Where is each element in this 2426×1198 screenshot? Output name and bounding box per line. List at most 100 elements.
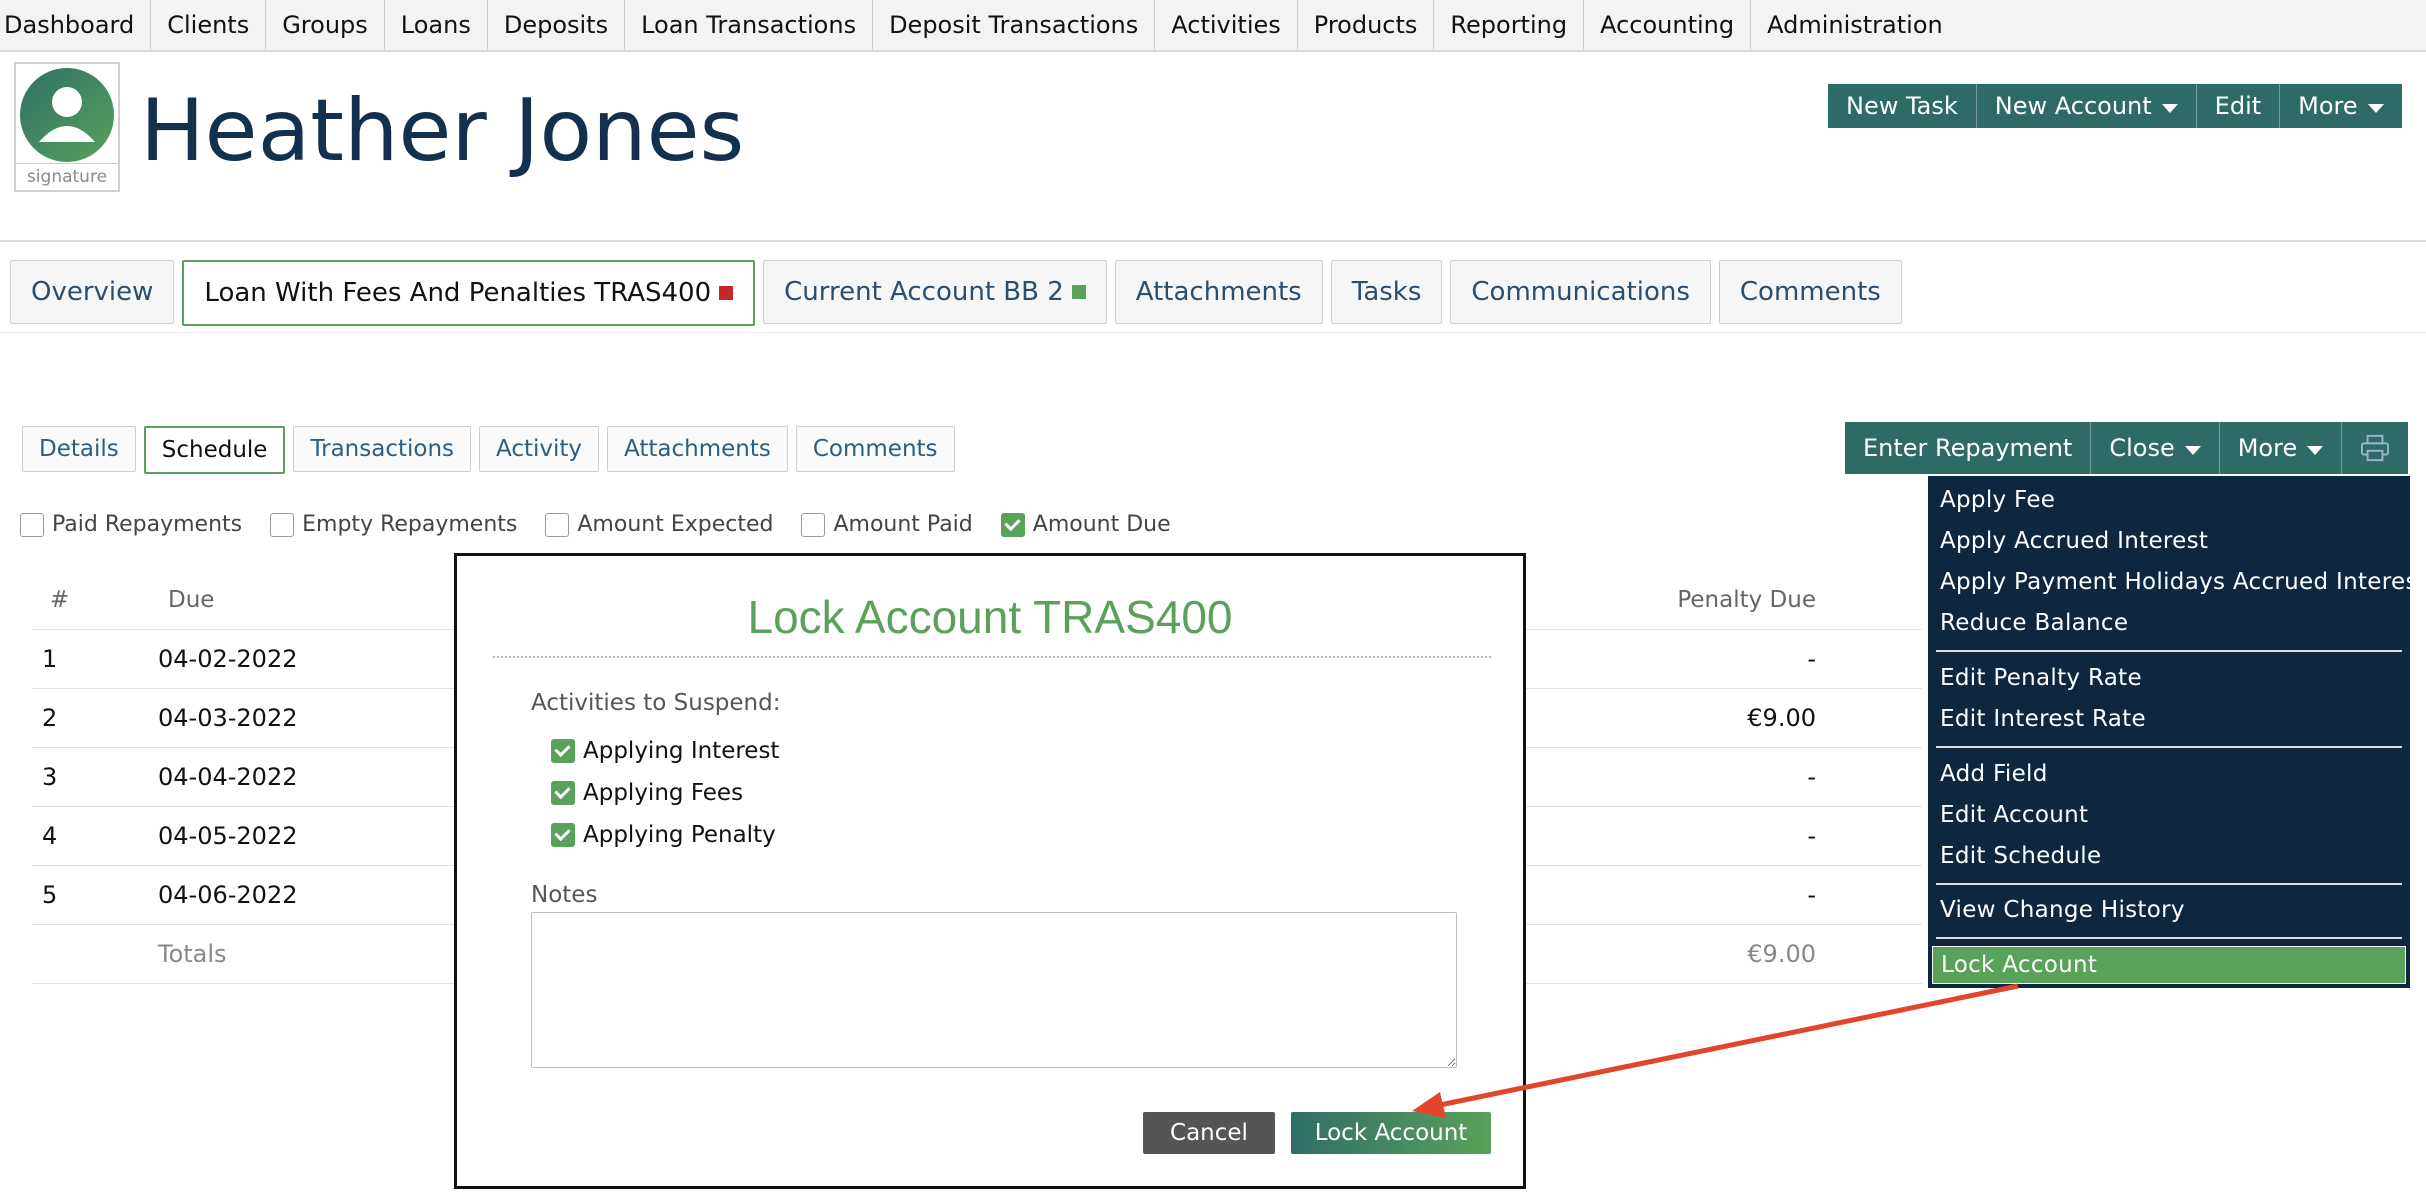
- option-applying-interest[interactable]: Applying Interest: [551, 738, 779, 764]
- avatar[interactable]: signature: [14, 62, 120, 192]
- row-number: 5: [42, 880, 58, 909]
- signature-label[interactable]: signature: [16, 163, 118, 190]
- checkbox[interactable]: [801, 512, 826, 537]
- option-applying-penalty[interactable]: Applying Penalty: [551, 822, 776, 848]
- menu-reduce-balance[interactable]: Reduce Balance: [1940, 605, 2128, 641]
- row-penalty: -: [1807, 880, 1816, 909]
- caret-down-icon: [2367, 103, 2384, 113]
- subtab-comments[interactable]: Comments: [795, 426, 955, 472]
- client-tabs: Overview Loan With Fees And Penalties TR…: [10, 260, 1902, 326]
- dialog-title: Lock Account TRAS400: [747, 591, 1233, 643]
- row-number: 3: [42, 762, 58, 791]
- row-penalty: -: [1807, 644, 1816, 673]
- col-penalty-due: Penalty Due: [1677, 586, 1816, 613]
- client-name: Heather Jones: [140, 81, 745, 181]
- divider: [0, 240, 2426, 242]
- menu-edit-interest-rate[interactable]: Edit Interest Rate: [1940, 701, 2146, 737]
- nav-loans[interactable]: Loans: [385, 0, 488, 51]
- filter-amount-expected[interactable]: Amount Expected: [545, 512, 773, 537]
- filter-amount-due[interactable]: Amount Due: [1000, 512, 1171, 537]
- menu-separator: [1936, 650, 2402, 652]
- loan-more-button[interactable]: More: [2220, 422, 2343, 474]
- schedule-filters: Paid Repayments Empty Repayments Amount …: [20, 512, 1171, 537]
- nav-deposits[interactable]: Deposits: [488, 0, 626, 51]
- row-due-date: 04-02-2022: [158, 644, 298, 673]
- subtab-transactions[interactable]: Transactions: [293, 426, 472, 472]
- checkbox-checked[interactable]: [551, 739, 575, 763]
- filter-amount-paid[interactable]: Amount Paid: [801, 512, 973, 537]
- nav-deposit-transactions[interactable]: Deposit Transactions: [873, 0, 1156, 51]
- nav-accounting[interactable]: Accounting: [1584, 0, 1752, 51]
- row-number: 1: [42, 644, 58, 673]
- print-button[interactable]: [2342, 422, 2408, 474]
- client-more-button[interactable]: More: [2280, 84, 2402, 128]
- notes-textarea[interactable]: [531, 912, 1457, 1068]
- tab-attachments[interactable]: Attachments: [1114, 260, 1323, 324]
- row-due-date: 04-05-2022: [158, 821, 298, 850]
- user-icon: [20, 68, 114, 162]
- status-marker-red: [719, 286, 734, 300]
- top-nav: Dashboard Clients Groups Loans Deposits …: [0, 0, 2426, 52]
- enter-repayment-button[interactable]: Enter Repayment: [1845, 422, 2092, 474]
- subtab-activity[interactable]: Activity: [479, 426, 600, 472]
- nav-products[interactable]: Products: [1298, 0, 1435, 51]
- checkbox[interactable]: [270, 512, 295, 537]
- lock-account-dialog: Lock Account TRAS400 Activities to Suspe…: [454, 553, 1526, 1189]
- caret-down-icon: [2307, 445, 2324, 455]
- client-actions-bar: New Task New Account Edit More: [1828, 84, 2402, 128]
- checkbox[interactable]: [20, 512, 44, 537]
- lock-account-button[interactable]: Lock Account: [1291, 1112, 1491, 1154]
- checkbox-checked[interactable]: [1000, 512, 1025, 537]
- tab-tasks[interactable]: Tasks: [1330, 260, 1443, 324]
- tab-loan-tras400[interactable]: Loan With Fees And Penalties TRAS400: [182, 260, 756, 326]
- nav-loan-transactions[interactable]: Loan Transactions: [625, 0, 874, 51]
- row-number: 2: [42, 703, 58, 732]
- cancel-button[interactable]: Cancel: [1143, 1112, 1275, 1154]
- suspend-label: Activities to Suspend:: [531, 690, 781, 716]
- notes-label: Notes: [531, 882, 598, 908]
- caret-down-icon: [2184, 445, 2201, 455]
- menu-edit-penalty-rate[interactable]: Edit Penalty Rate: [1940, 660, 2142, 696]
- subtab-schedule[interactable]: Schedule: [143, 426, 286, 474]
- nav-dashboard[interactable]: Dashboard: [0, 0, 152, 51]
- menu-apply-fee[interactable]: Apply Fee: [1940, 482, 2055, 518]
- subtab-attachments[interactable]: Attachments: [607, 426, 788, 472]
- menu-separator: [1936, 937, 2402, 939]
- nav-activities[interactable]: Activities: [1155, 0, 1298, 51]
- checkbox-checked[interactable]: [551, 823, 575, 847]
- checkbox-checked[interactable]: [551, 781, 575, 805]
- option-applying-fees[interactable]: Applying Fees: [551, 780, 743, 806]
- new-account-button[interactable]: New Account: [1977, 84, 2197, 128]
- close-button[interactable]: Close: [2091, 422, 2220, 474]
- totals-penalty: €9.00: [1747, 939, 1816, 968]
- checkbox[interactable]: [545, 512, 570, 537]
- row-due-date: 04-03-2022: [158, 703, 298, 732]
- menu-separator: [1936, 883, 2402, 885]
- edit-client-button[interactable]: Edit: [2197, 84, 2281, 128]
- divider: [0, 332, 2426, 333]
- tab-overview[interactable]: Overview: [10, 260, 175, 324]
- nav-administration[interactable]: Administration: [1751, 0, 1959, 51]
- new-task-button[interactable]: New Task: [1828, 84, 1977, 128]
- subtab-details[interactable]: Details: [22, 426, 136, 472]
- tab-comments[interactable]: Comments: [1718, 260, 1902, 324]
- menu-apply-payment-holidays-accrued-interest[interactable]: Apply Payment Holidays Accrued Interest: [1940, 564, 2426, 600]
- nav-clients[interactable]: Clients: [151, 0, 267, 51]
- tab-communications[interactable]: Communications: [1450, 260, 1711, 324]
- menu-edit-schedule[interactable]: Edit Schedule: [1940, 838, 2101, 874]
- filter-empty-repayments[interactable]: Empty Repayments: [270, 512, 517, 537]
- menu-view-change-history[interactable]: View Change History: [1940, 892, 2185, 928]
- menu-lock-account[interactable]: Lock Account: [1932, 946, 2406, 984]
- filter-paid-repayments[interactable]: Paid Repayments: [20, 512, 242, 537]
- caret-down-icon: [2161, 103, 2178, 113]
- loan-more-menu: Apply Fee Apply Accrued Interest Apply P…: [1928, 476, 2426, 988]
- nav-reporting[interactable]: Reporting: [1434, 0, 1585, 51]
- tab-current-account-bb2[interactable]: Current Account BB 2: [763, 260, 1107, 324]
- menu-apply-accrued-interest[interactable]: Apply Accrued Interest: [1940, 523, 2208, 559]
- menu-add-field[interactable]: Add Field: [1940, 756, 2048, 792]
- row-penalty: -: [1807, 821, 1816, 850]
- nav-groups[interactable]: Groups: [266, 0, 385, 51]
- menu-separator: [1936, 746, 2402, 748]
- menu-edit-account[interactable]: Edit Account: [1940, 797, 2088, 833]
- loan-actions-bar: Enter Repayment Close More: [1845, 422, 2409, 474]
